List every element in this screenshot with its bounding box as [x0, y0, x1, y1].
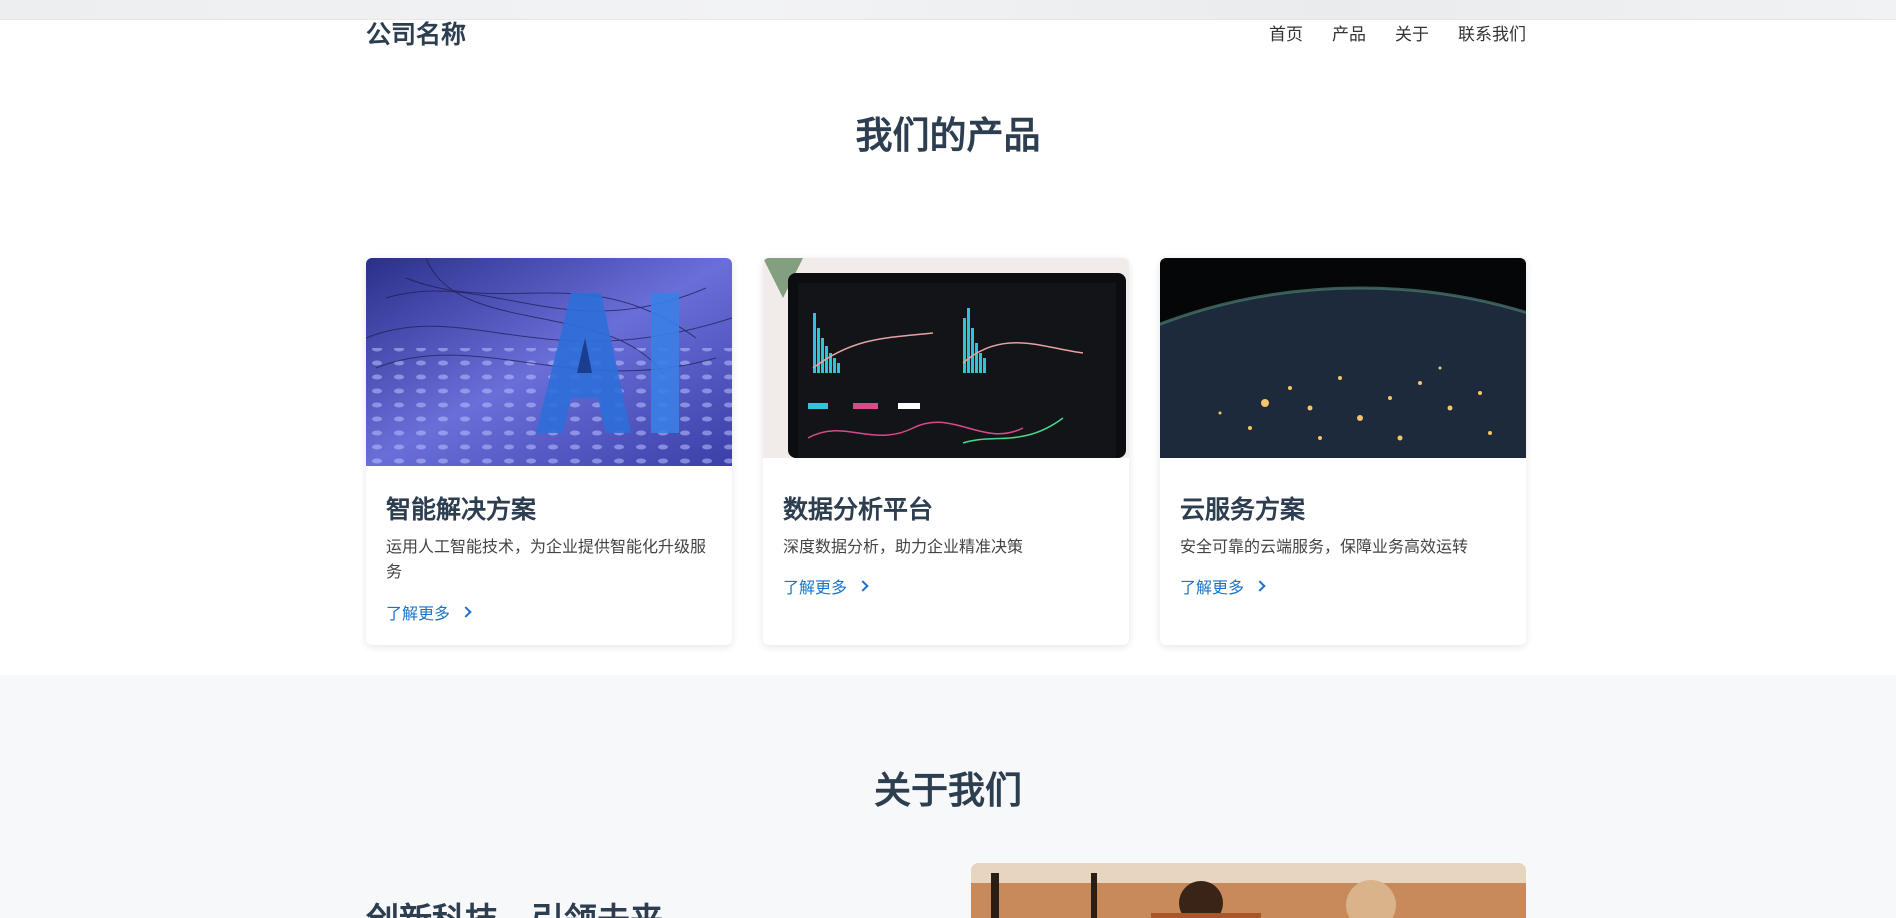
card-title: 数据分析平台 — [783, 495, 934, 524]
about-title: 关于我们 — [874, 769, 1022, 812]
products-section: 我们的产品 智能解决方案 运用人工智能技术，为企业提供智能化升级服务 了解更多 … — [0, 50, 1896, 675]
earth-night-image — [1160, 258, 1526, 458]
chevron-right-icon — [460, 606, 472, 618]
card-title: 智能解决方案 — [386, 495, 537, 524]
company-logo[interactable]: 公司名称 — [366, 20, 466, 50]
chevron-right-icon — [1254, 580, 1266, 592]
learn-more-link[interactable]: 了解更多 — [1180, 574, 1266, 598]
main-nav: 首页 产品 关于 联系我们 — [1240, 20, 1526, 50]
top-browser-strip — [0, 0, 1896, 20]
about-subtitle: 创新科技，引领未来 — [366, 893, 663, 918]
nav-about[interactable]: 关于 — [1395, 20, 1429, 50]
product-card-cloud[interactable]: 云服务方案 安全可靠的云端服务，保障业务高效运转 了解更多 — [1160, 258, 1526, 645]
about-section: 关于我们 创新科技，引领未来 — [0, 675, 1896, 918]
card-description: 安全可靠的云端服务，保障业务高效运转 — [1180, 537, 1469, 556]
card-description: 深度数据分析，助力企业精准决策 — [783, 537, 1024, 556]
team-meeting-image — [971, 863, 1526, 918]
learn-more-label: 了解更多 — [783, 578, 848, 597]
nav-products[interactable]: 产品 — [1332, 20, 1366, 50]
site-header: 公司名称 首页 产品 关于 联系我们 — [0, 20, 1896, 50]
learn-more-label: 了解更多 — [1180, 578, 1245, 597]
nav-home[interactable]: 首页 — [1269, 20, 1303, 50]
learn-more-link[interactable]: 了解更多 — [386, 600, 472, 624]
learn-more-link[interactable]: 了解更多 — [783, 574, 869, 598]
products-title: 我们的产品 — [855, 114, 1041, 157]
learn-more-label: 了解更多 — [386, 604, 451, 623]
card-title: 云服务方案 — [1180, 495, 1306, 524]
nav-contact[interactable]: 联系我们 — [1458, 20, 1526, 50]
chevron-right-icon — [857, 580, 869, 592]
analytics-dashboard-image — [763, 258, 1129, 458]
card-description: 运用人工智能技术，为企业提供智能化升级服务 — [386, 537, 707, 581]
ai-letters-image — [366, 258, 732, 466]
product-card-ai[interactable]: 智能解决方案 运用人工智能技术，为企业提供智能化升级服务 了解更多 — [366, 258, 732, 645]
product-card-analytics[interactable]: 数据分析平台 深度数据分析，助力企业精准决策 了解更多 — [763, 258, 1129, 645]
